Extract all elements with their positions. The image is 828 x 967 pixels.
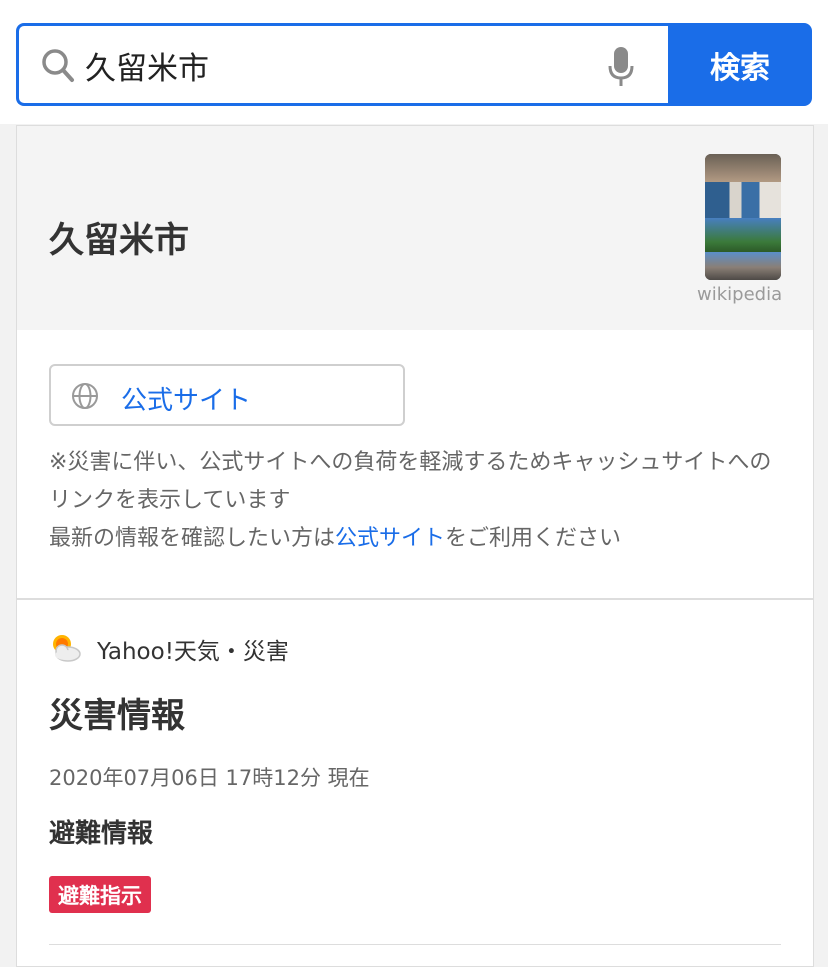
search-icon [42, 49, 74, 82]
search-box[interactable] [16, 23, 668, 106]
cache-notice: ※災害に伴い、公式サイトへの負荷を軽減するためキャッシュサイトへのリンクを表示し… [49, 444, 789, 558]
divider [49, 944, 781, 945]
official-site-button[interactable]: 公式サイト [49, 364, 405, 426]
notice-line: 最新の情報を確認したい方は公式サイトをご利用ください [49, 520, 789, 558]
official-site-label: 公式サイト [121, 386, 252, 416]
knowledge-card: 久留米市 wikipedia 公式サイト ※災害に伴い、公式サイトへの負荷を軽減… [16, 125, 814, 967]
disaster-title: 災害情報 [49, 696, 185, 736]
search-input[interactable] [85, 40, 585, 90]
official-site-link[interactable]: 公式サイト [335, 526, 445, 551]
globe-icon [72, 383, 98, 409]
notice-line: ※災害に伴い、公式サイトへの負荷を軽減するためキャッシュサイトへのリンクを表示し… [49, 450, 772, 513]
evacuation-heading: 避難情報 [49, 819, 154, 849]
card-header: 久留米市 wikipedia [17, 126, 813, 330]
search-button[interactable]: 検索 [668, 23, 812, 106]
weather-source-link[interactable]: Yahoo!天気・災害 [97, 632, 289, 666]
update-timestamp: 2020年07月06日 17時12分 現在 [49, 766, 370, 790]
sun-cloud-icon [53, 635, 81, 662]
entity-image[interactable] [705, 154, 781, 280]
entity-title: 久留米市 [49, 221, 190, 261]
notice-text: をご利用ください [445, 526, 622, 551]
microphone-icon[interactable] [607, 46, 635, 88]
divider [17, 598, 813, 600]
evacuation-order-badge[interactable]: 避難指示 [49, 876, 151, 913]
image-source-caption: wikipedia [697, 284, 783, 305]
search-header: 検索 [0, 0, 828, 124]
notice-text: 最新の情報を確認したい方は [49, 526, 336, 551]
